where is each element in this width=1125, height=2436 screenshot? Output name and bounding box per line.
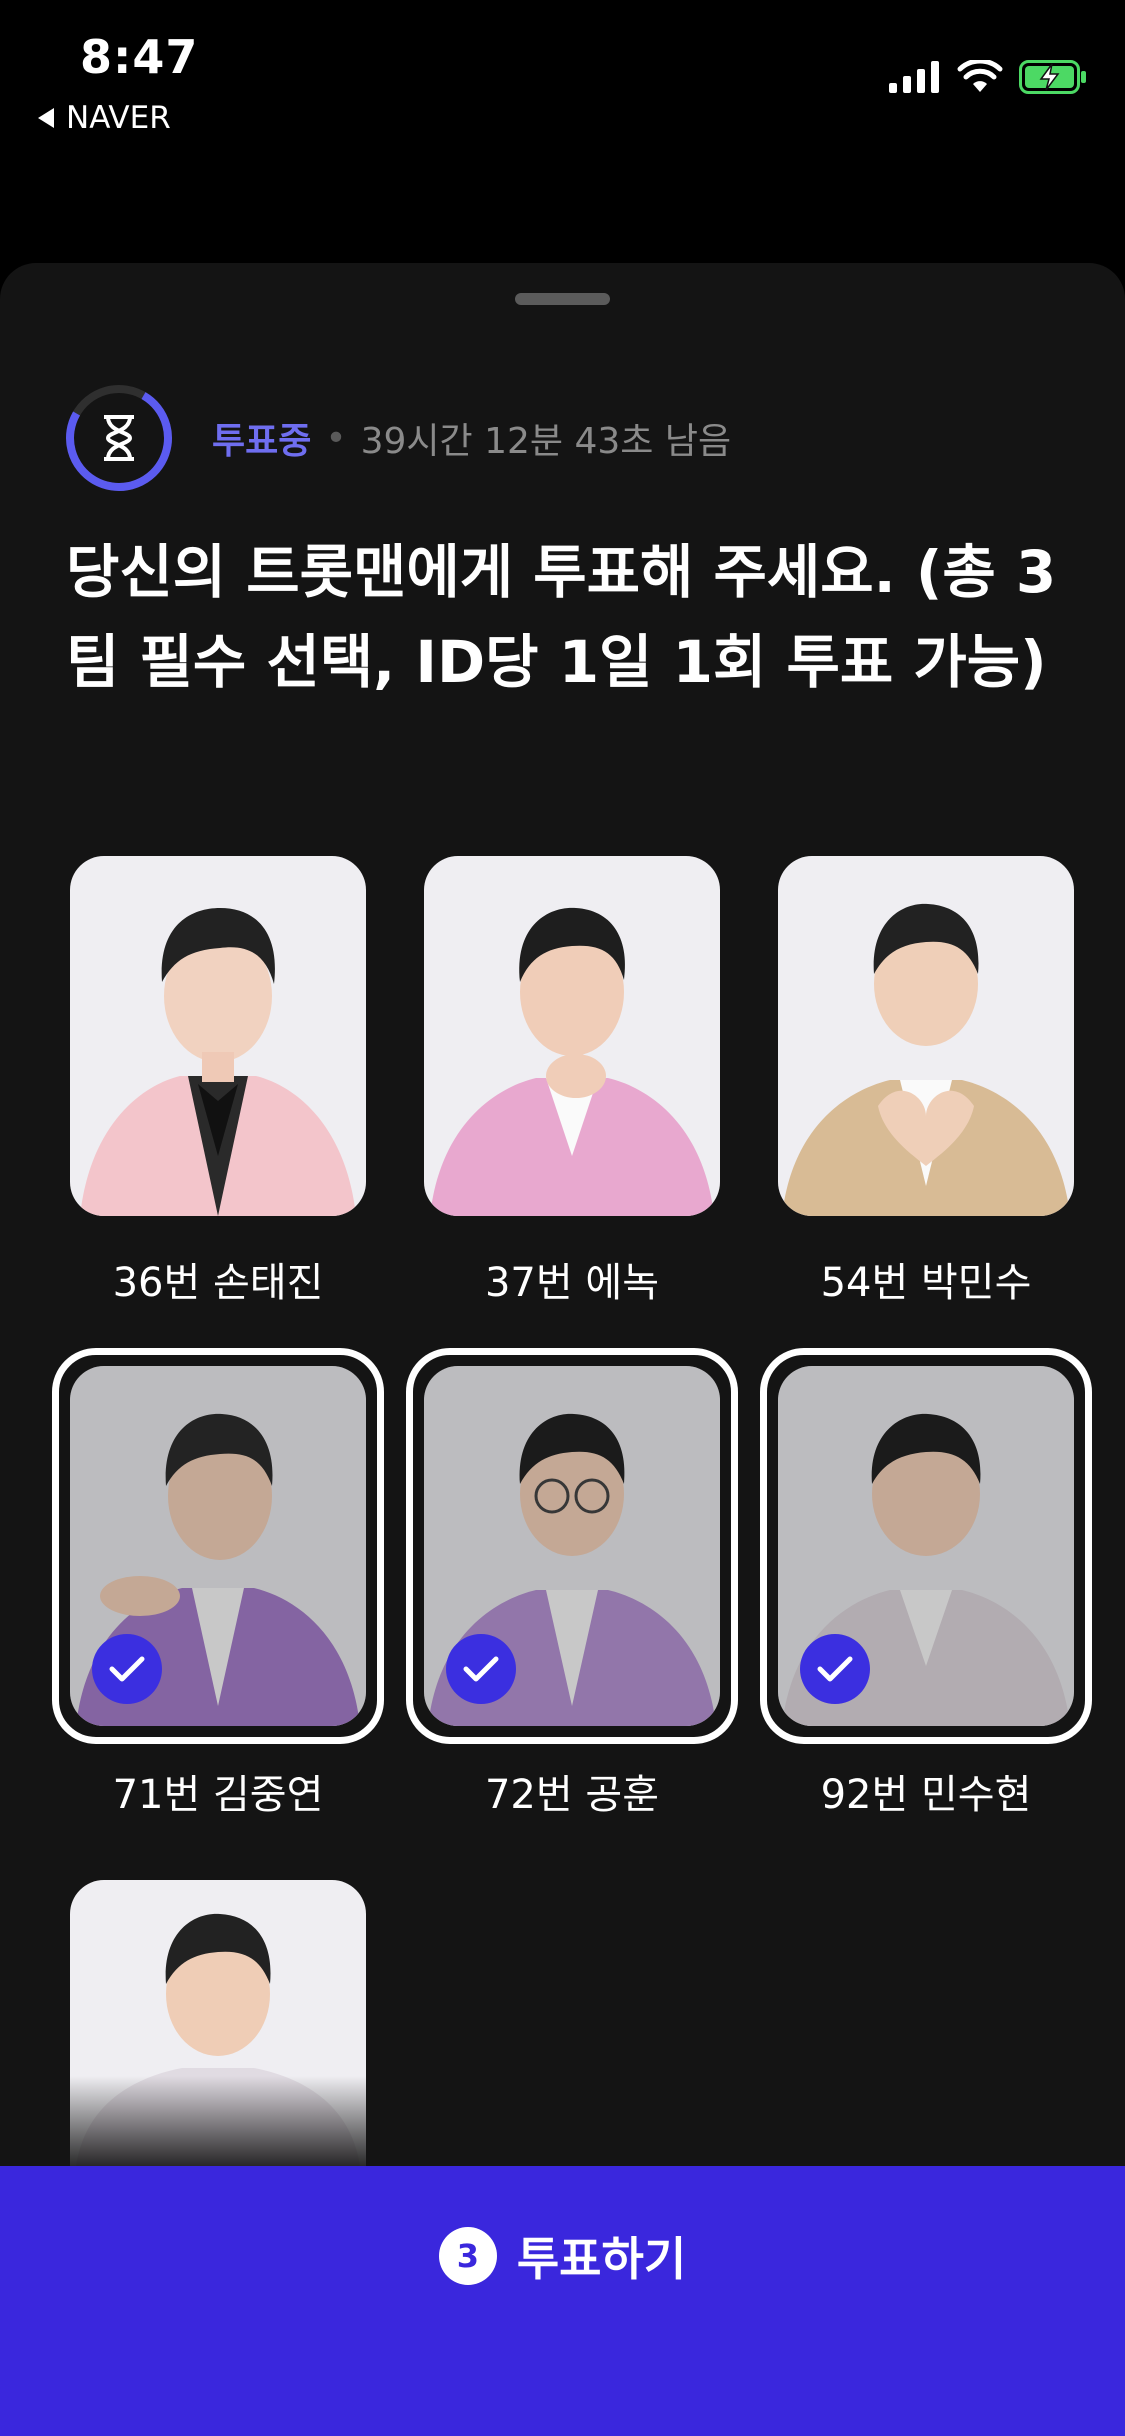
candidate-card-selected[interactable]: 71번 김중연 [52,1348,384,1820]
hourglass-icon [104,415,134,461]
back-arrow-icon [38,108,54,128]
candidate-card-selected[interactable]: 72번 공훈 [406,1348,738,1820]
vote-status: 투표중 • 39시간 12분 43초 남음 [64,383,731,493]
signal-icon [889,61,939,93]
candidate-card[interactable]: 54번 박민수 [778,856,1074,1308]
candidate-photo [424,856,720,1216]
candidate-label: 37번 에녹 [484,1260,659,1306]
scroll-fade [70,2076,366,2166]
candidate-card[interactable]: 37번 에녹 [424,856,720,1308]
time-remaining: 39시간 12분 43초 남음 [360,421,732,462]
candidate-label: 36번 손태진 [112,1260,324,1306]
vote-submit-button[interactable]: 3 투표하기 [0,2166,1125,2436]
candidate-photo [424,1366,720,1726]
candidate-card-selected[interactable]: 92번 민수현 [760,1348,1092,1820]
separator-dot: • [325,417,347,459]
vote-button-label: 투표하기 [516,2232,687,2286]
status-bar: 8:47 NAVER [0,0,1125,150]
status-icons [889,60,1087,94]
timer-ring [64,383,174,493]
vote-status-label: 투표중 [212,421,312,462]
check-icon [800,1634,870,1704]
candidate-photo [778,856,1074,1216]
back-app-label: NAVER [66,100,171,136]
vote-question: 당신의 트롯맨에게 투표해 주세요. (총 3팀 필수 선택, ID당 1일 1… [66,538,1057,696]
candidate-photo [70,856,366,1216]
selected-count-badge: 3 [438,2227,497,2285]
wifi-icon [957,60,1003,92]
candidate-label: 92번 민수현 [820,1772,1032,1818]
battery-charging-icon [1019,60,1086,94]
check-icon [92,1634,162,1704]
check-icon [446,1634,516,1704]
candidate-photo [70,1366,366,1726]
candidate-label: 54번 박민수 [820,1260,1032,1306]
candidate-label: 71번 김중연 [112,1772,324,1818]
back-to-app-button[interactable]: NAVER [38,100,171,136]
candidate-card[interactable] [70,1880,366,2166]
candidate-label: 72번 공훈 [484,1772,659,1818]
candidate-photo [70,1880,366,2166]
sheet-handle[interactable] [515,293,610,305]
candidate-card[interactable]: 36번 손태진 [70,856,366,1308]
vote-sheet: 투표중 • 39시간 12분 43초 남음 당신의 트롯맨에게 투표해 주세요.… [0,263,1125,2436]
status-time: 8:47 [80,30,199,84]
candidate-photo [778,1366,1074,1726]
